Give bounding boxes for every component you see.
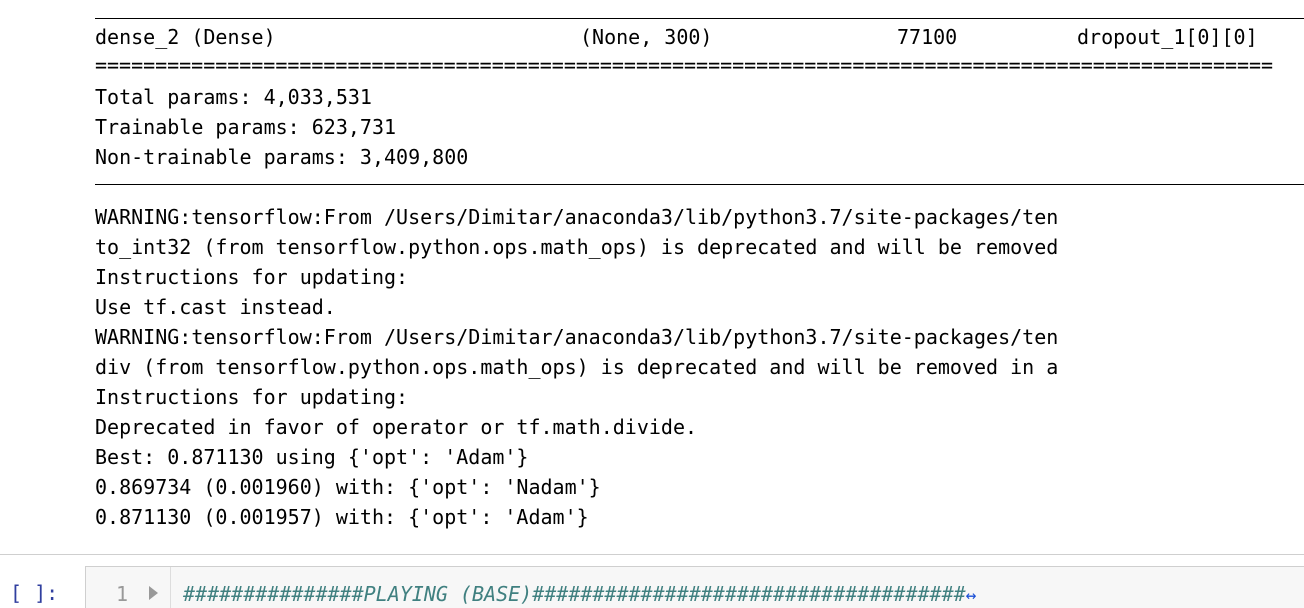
code-line[interactable]: ###############PLAYING (BASE)###########…: [183, 579, 977, 608]
layer-output-shape: (None, 300): [580, 25, 713, 49]
log-line: WARNING:tensorflow:From /Users/Dimitar/a…: [95, 325, 1059, 349]
log-line: Use tf.cast instead.: [95, 295, 336, 319]
best-result-line: Best: 0.871130 using {'opt': 'Adam'}: [95, 445, 529, 469]
line-number: 1: [116, 582, 129, 606]
result-line: 0.869734 (0.001960) with: {'opt': 'Nadam…: [95, 475, 601, 499]
fold-arrow-icon[interactable]: [149, 586, 158, 600]
log-line: Instructions for updating:: [95, 265, 409, 289]
editor-gutter: 1: [86, 567, 171, 608]
layer-connected-to: dropout_1[0][0]: [1077, 25, 1258, 49]
table-rule-bottom: [95, 184, 1304, 185]
double-rule: ========================================…: [95, 53, 1274, 77]
log-line: WARNING:tensorflow:From /Users/Dimitar/a…: [95, 205, 1059, 229]
layer-param-count: 77100: [897, 25, 958, 49]
log-line: to_int32 (from tensorflow.python.ops.mat…: [95, 235, 1059, 259]
log-line: Instructions for updating:: [95, 385, 409, 409]
total-params: Total params: 4,033,531: [95, 85, 372, 109]
table-rule: [95, 18, 1304, 19]
log-line: Deprecated in favor of operator or tf.ma…: [95, 415, 698, 439]
non-trainable-params: Non-trainable params: 3,409,800: [95, 145, 469, 169]
log-line: div (from tensorflow.python.ops.math_ops…: [95, 355, 1059, 379]
layer-row: dense_2 (Dense) (None, 300) 77100 dropout_1…: [95, 22, 1258, 52]
collapsed-fold-icon[interactable]: ↔: [966, 585, 977, 606]
cell-divider: [0, 554, 1304, 555]
layer-name: dense_2 (Dense): [95, 25, 276, 49]
trainable-params: Trainable params: 623,731: [95, 115, 397, 139]
code-editor[interactable]: 1 ###############PLAYING (BASE)#########…: [85, 566, 1304, 608]
code-comment-text: ###############PLAYING (BASE)###########…: [183, 582, 966, 606]
cell-output: dense_2 (Dense) (None, 300) 77100 dropout_1…: [0, 0, 1304, 548]
result-line: 0.871130 (0.001957) with: {'opt': 'Adam'…: [95, 505, 589, 529]
input-prompt: [ ]:: [10, 581, 59, 605]
